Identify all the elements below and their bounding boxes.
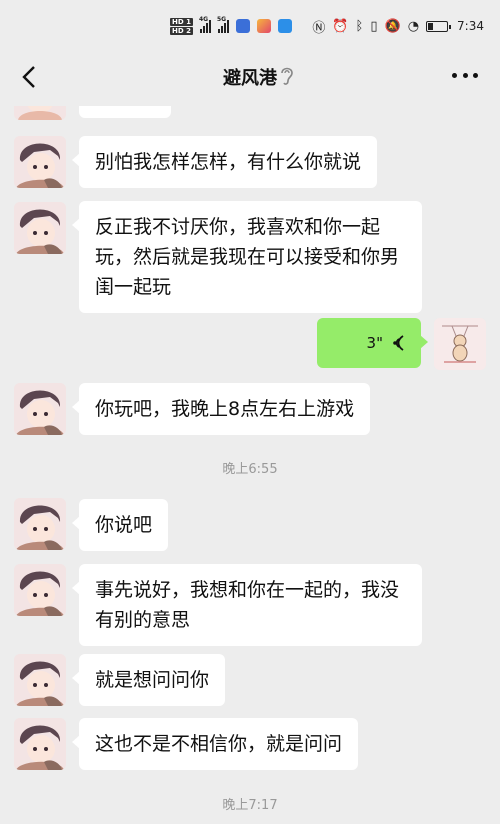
hd2-label: HD 2 [170,26,193,35]
hd-indicator: HD 1 HD 2 [170,17,193,35]
avatar-friend[interactable] [14,718,66,770]
mail-app-icon [235,19,250,33]
message-bubble-friend[interactable]: 别怕我怎样怎样，有什么你就说 [71,136,378,188]
avatar-friend[interactable] [14,136,66,188]
vibrate-icon: ▯ [370,18,378,34]
avatar-friend[interactable] [14,383,66,435]
hd1-label: HD 1 [170,17,193,26]
bluetooth-icon: ᛒ [355,18,364,34]
status-bar: HD 1 HD 2 4G 5G Ⓝ ⏰ ᛒ ▯ 🔕 ◔ 7:34 [0,0,500,48]
alarm-icon: ⏰ [332,18,349,34]
voice-wave-icon [393,335,404,351]
more-icon[interactable] [452,70,478,80]
voice-duration: 3" [366,334,383,352]
message-bubble-friend[interactable]: 就是想问问你 [71,654,226,706]
avatar-friend[interactable] [14,106,66,120]
net1-label: 4G [198,16,209,23]
message-bubble-friend[interactable]: 这也不是不相信你，就是问问 [71,718,359,770]
voice-content: 3" [331,328,407,358]
speed-icon: ◔ [407,18,420,34]
voice-message-bubble[interactable]: 3" [317,318,428,368]
message-list[interactable]: 别怕我怎样怎样，有什么你就说 反正我不讨厌你，我喜欢和你一起玩，然后就是我现在可… [0,106,500,824]
net2-label: 5G [216,16,227,23]
nfc-icon: Ⓝ [312,20,326,36]
mute-bell-icon: 🔕 [384,18,401,34]
signal-1-icon: 4G [198,16,211,33]
avatar-self[interactable] [434,318,486,370]
message-bubble-friend[interactable]: 你说吧 [71,499,169,551]
chat-header: 避风港 [0,48,500,106]
avatar-friend[interactable] [14,202,66,254]
tool-app-icon [277,19,292,33]
status-time: 7:34 [457,19,484,33]
battery-icon [426,20,452,32]
ear-icon [281,67,293,85]
message-bubble-friend[interactable]: 反正我不讨厌你，我喜欢和你一起玩，然后就是我现在可以接受和你男闺一起玩 [72,201,422,313]
avatar-friend[interactable] [14,564,66,616]
timestamp: 晚上7:17 [222,798,278,813]
gallery-app-icon [256,19,271,33]
message-bubble-friend[interactable]: 你玩吧，我晚上8点左右上游戏 [71,383,371,435]
timestamp: 晚上6:55 [222,462,278,477]
chat-title: 避风港 [223,68,277,89]
avatar-friend[interactable] [14,498,66,550]
avatar-friend[interactable] [14,654,66,706]
message-bubble-friend[interactable]: 事先说好，我想和你在一起的，我没有别的意思 [72,564,422,646]
message-bubble-partial[interactable] [79,106,171,118]
signal-2-icon: 5G [216,16,229,33]
status-icons: HD 1 HD 2 4G 5G Ⓝ ⏰ ᛒ ▯ 🔕 ◔ 7:34 [170,14,484,38]
